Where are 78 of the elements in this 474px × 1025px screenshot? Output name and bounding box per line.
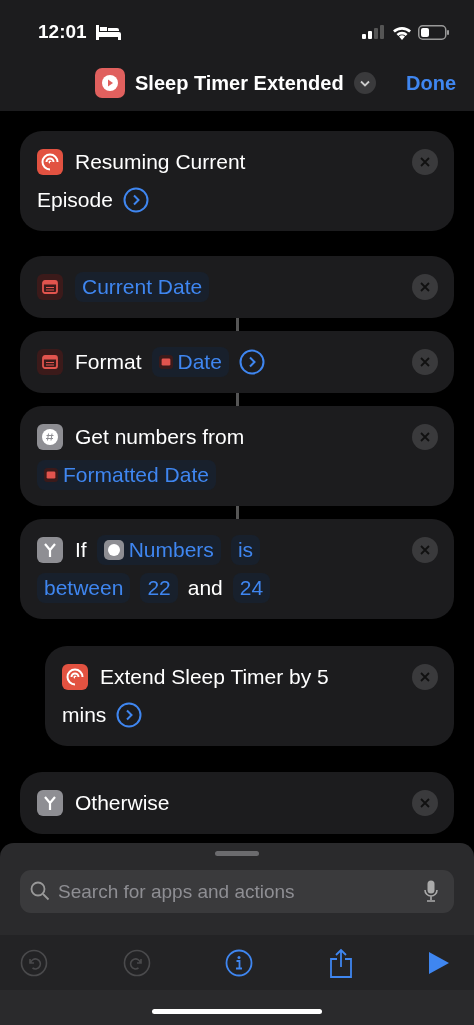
branch-icon: [37, 790, 63, 816]
variable-token[interactable]: 22: [140, 573, 178, 603]
wifi-icon: [392, 24, 412, 40]
variable-token[interactable]: Date: [151, 347, 229, 377]
variable-token[interactable]: Formatted Date: [37, 460, 216, 490]
action-card[interactable]: Resuming Current Episode: [20, 131, 454, 231]
calendar-icon: [158, 355, 173, 369]
close-icon: [420, 432, 430, 442]
sheet-handle[interactable]: [215, 851, 259, 856]
remove-button[interactable]: [412, 790, 438, 816]
number-icon: [37, 424, 63, 450]
action-card[interactable]: Get numbers from Formatted Date: [20, 406, 454, 506]
remove-button[interactable]: [412, 537, 438, 563]
podcast-icon: [62, 664, 88, 690]
close-icon: [420, 672, 430, 682]
action-text: Episode: [37, 188, 113, 212]
action-text: Resuming Current: [75, 150, 246, 174]
branch-icon: [37, 537, 63, 563]
token-text: 22: [147, 576, 171, 600]
action-text: Extend Sleep Timer by 5: [100, 665, 329, 689]
calendar-icon: [37, 274, 63, 300]
show-more-button[interactable]: [238, 349, 265, 375]
number-icon: [103, 540, 124, 560]
show-more-button[interactable]: [116, 702, 143, 728]
close-icon: [420, 282, 430, 292]
action-card[interactable]: Otherwise: [20, 772, 454, 834]
close-icon: [420, 798, 430, 808]
microphone-icon[interactable]: [424, 880, 438, 902]
token-text: Date: [177, 350, 222, 374]
token-text: Numbers: [128, 538, 214, 562]
chevron-right-icon: [238, 349, 265, 375]
close-icon: [420, 357, 430, 367]
bed-icon: [94, 24, 121, 40]
info-button[interactable]: [225, 948, 253, 977]
show-more-button[interactable]: [122, 187, 149, 213]
action-text: and: [187, 576, 223, 600]
chevron-right-icon: [122, 187, 149, 213]
action-card[interactable]: Current Date: [20, 256, 454, 318]
action-text: Format: [75, 350, 142, 374]
share-button[interactable]: [327, 947, 354, 978]
variable-token[interactable]: is: [230, 535, 261, 565]
token-text: between: [44, 576, 124, 600]
action-card[interactable]: Format Date: [20, 331, 454, 393]
remove-button[interactable]: [412, 149, 438, 175]
chevron-down-icon[interactable]: [353, 72, 376, 94]
remove-button[interactable]: [412, 664, 438, 690]
done-button[interactable]: Done: [406, 71, 456, 95]
play-button[interactable]: [428, 950, 450, 975]
search-field[interactable]: Search for apps and actions: [20, 870, 454, 913]
remove-button[interactable]: [412, 274, 438, 300]
token-text: Formatted Date: [63, 463, 209, 487]
action-card[interactable]: If Numbers is between 22 and 24: [20, 519, 454, 619]
calendar-icon: [37, 349, 63, 375]
token-text: 24: [239, 576, 264, 600]
close-icon: [420, 157, 430, 167]
podcast-icon: [37, 149, 63, 175]
chevron-right-icon: [116, 702, 143, 728]
action-text: If: [75, 538, 87, 562]
action-text: Get numbers from: [75, 425, 245, 449]
variable-token[interactable]: Numbers: [96, 535, 221, 565]
shortcut-title[interactable]: Sleep Timer Extended: [135, 71, 344, 95]
variable-token[interactable]: Current Date: [75, 272, 210, 302]
action-text: mins: [62, 703, 107, 727]
variable-token[interactable]: 24: [232, 573, 271, 603]
variable-token[interactable]: between: [37, 573, 131, 603]
battery-icon: [418, 24, 450, 40]
token-text: is: [237, 538, 254, 562]
app-icon: [95, 68, 125, 98]
calendar-icon: [44, 468, 58, 482]
action-card[interactable]: Extend Sleep Timer by 5 mins: [45, 646, 454, 746]
signal-icon: [362, 25, 386, 39]
status-time: 12:01: [38, 21, 87, 43]
token-text: Current Date: [82, 275, 203, 299]
remove-button[interactable]: [412, 424, 438, 450]
action-text: Otherwise: [75, 791, 170, 815]
close-icon: [420, 545, 430, 555]
remove-button[interactable]: [412, 349, 438, 375]
search-icon: [30, 881, 50, 901]
